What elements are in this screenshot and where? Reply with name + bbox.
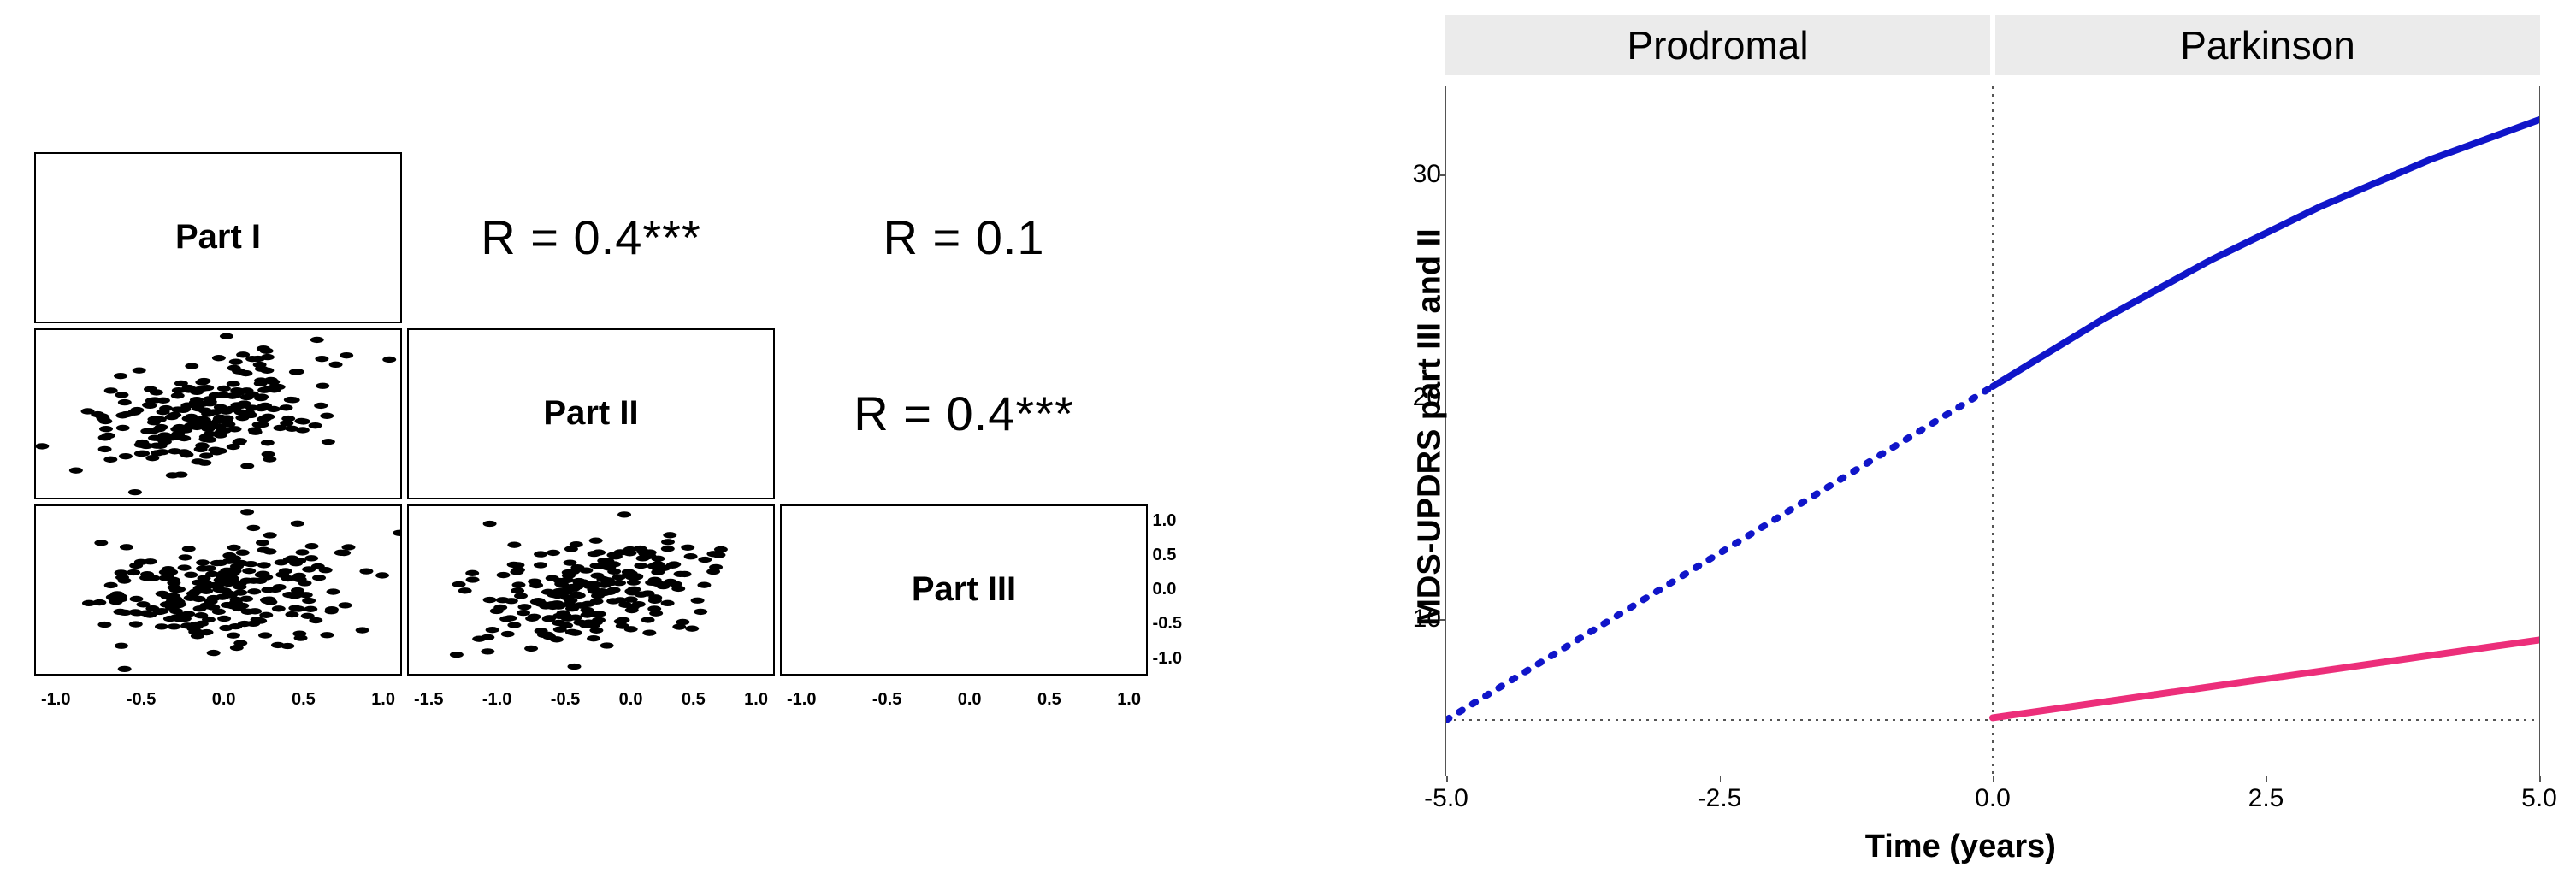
- diag-part3-label: Part III: [912, 570, 1016, 609]
- diag-part2: Part II: [407, 328, 775, 499]
- tick: -0.5: [872, 690, 901, 710]
- tick: 0.0: [212, 690, 236, 710]
- pairs-grid: Part I R = 0.4*** R = 0.1 Part II R = 0.…: [34, 152, 1163, 674]
- tick: 1.0: [1153, 511, 1177, 531]
- diag-part2-label: Part II: [543, 394, 638, 433]
- plot-area: 10 20 30 -5.0 -2.5 0.0 2.5 5.0: [1445, 86, 2540, 776]
- tick: 2.5: [2248, 784, 2284, 813]
- tick: 0.0: [1153, 580, 1177, 599]
- x-axis-label: Time (years): [1865, 829, 2056, 865]
- facet-parkinson: Parkinson: [1995, 15, 2540, 75]
- tick: -1.5: [414, 690, 443, 710]
- scatter-part2-part3: -1.5 -1.0 -0.5 0.0 0.5 1.0: [407, 504, 775, 676]
- corr-r13: R = 0.1: [780, 152, 1148, 323]
- scatter-part1-part2: [34, 328, 402, 499]
- tick: 1.0: [1117, 690, 1141, 710]
- tick: 30: [1413, 160, 1441, 189]
- tick: -0.5: [1153, 614, 1182, 634]
- x-ticks-31: -1.0 -0.5 0.0 0.5 1.0: [36, 690, 400, 710]
- scatter-part1-part3: -1.0 -0.5 0.0 0.5 1.0: [34, 504, 402, 676]
- progression-line-chart: Prodromal Parkinson 10 20 30 -5.0 -2.5 0…: [1334, 15, 2549, 870]
- tick: 0.5: [1037, 690, 1061, 710]
- diag-part1-label: Part I: [175, 218, 261, 257]
- x-axis-ticks: -5.0 -2.5 0.0 2.5 5.0: [1446, 784, 2539, 818]
- tick: -1.0: [482, 690, 511, 710]
- facet-strip: Prodromal Parkinson: [1445, 15, 2540, 75]
- correlation-pairs-matrix: Part I R = 0.4*** R = 0.1 Part II R = 0.…: [34, 152, 1232, 836]
- tick: -1.0: [787, 690, 816, 710]
- diag-part3: Part III -1.0 -0.5 0.0 0.5 1.0 -1.0 -0.5…: [780, 504, 1148, 676]
- tick: 0.5: [682, 690, 706, 710]
- corr-r23: R = 0.4***: [780, 328, 1148, 499]
- tick: 0.5: [1153, 546, 1177, 565]
- y-axis-label: MDS-UPDRS part III and II: [1412, 228, 1449, 625]
- tick: -1.0: [1153, 649, 1182, 669]
- corr-r12: R = 0.4***: [407, 152, 775, 323]
- diag-part1: Part I: [34, 152, 402, 323]
- tick: 0.0: [619, 690, 643, 710]
- tick: -0.5: [551, 690, 580, 710]
- tick: 0.0: [958, 690, 982, 710]
- tick: -1.0: [41, 690, 70, 710]
- tick: -5.0: [1424, 784, 1468, 813]
- tick: 0.0: [1975, 784, 2011, 813]
- tick: -2.5: [1698, 784, 1742, 813]
- x-ticks-33: -1.0 -0.5 0.0 0.5 1.0: [782, 690, 1146, 710]
- tick: 0.5: [292, 690, 316, 710]
- tick: 5.0: [2521, 784, 2557, 813]
- y-ticks-33: -1.0 -0.5 0.0 0.5 1.0: [1153, 506, 1182, 674]
- tick: 1.0: [744, 690, 768, 710]
- tick: 1.0: [371, 690, 395, 710]
- x-ticks-32: -1.5 -1.0 -0.5 0.0 0.5 1.0: [409, 690, 773, 710]
- facet-prodromal: Prodromal: [1445, 15, 1990, 75]
- tick: -0.5: [127, 690, 156, 710]
